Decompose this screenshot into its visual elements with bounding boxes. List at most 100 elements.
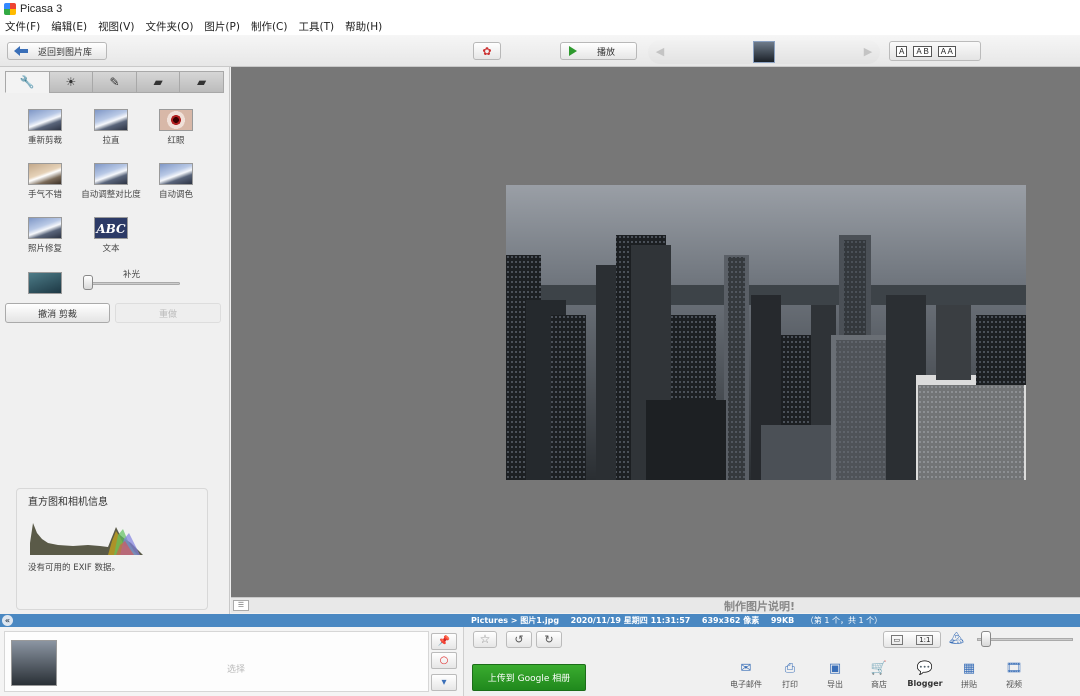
next-photo-icon[interactable]: ▶ [862,46,874,58]
caption-input[interactable]: 制作图片说明! [724,598,795,614]
collapse-tray-icon[interactable]: « [2,615,13,626]
histogram-panel: 直方图和相机信息 没有可用的 EXIF 数据。 [16,488,208,610]
action-area: ☆ ↺ ↻ 上传到 Google 相册 ▭ 1:1 🏔 ✉ 电子邮件 ⎙ 打印 … [465,627,1080,696]
rotate-left-icon[interactable]: ↺ [506,631,532,648]
collage-label: 拼贴 [961,680,977,689]
export-action[interactable]: ▣ 导出 [815,661,855,690]
top-toolbar: 返回到图片库 ✿ 播放 ◀ ▶ A A B A A [0,35,1080,67]
star-icon[interactable]: ☆ [473,631,497,648]
slideshow-play-button[interactable]: 播放 [560,42,637,60]
export-label: 导出 [827,680,843,689]
straighten-tool[interactable]: 拉直 [76,109,146,146]
blogger-label: Blogger [907,679,943,688]
shop-label: 商店 [871,680,887,689]
edited-photo[interactable] [506,185,1026,480]
blogger-action[interactable]: 💬 Blogger [905,661,945,688]
collage-action[interactable]: ▦ 拼贴 [949,661,989,690]
back-to-library-button[interactable]: 返回到图片库 [7,42,107,60]
actual-size-button[interactable]: 1:1 [916,634,934,645]
shop-action[interactable]: 🛒 商店 [859,661,899,690]
pin-icon[interactable]: 📌 [431,633,457,650]
window-title: Picasa 3 [20,3,63,15]
redo-button[interactable]: 重做 [115,303,221,323]
fill-light-control: 补光 [28,270,198,295]
effects-icon: ▰ [153,75,163,89]
photo-info: Pictures > 图片1.jpg 2020/11/19 星期四 11:31:… [471,614,891,627]
export-icon: ▣ [828,661,842,676]
lucky-icon [28,163,62,185]
effects-button[interactable]: ✿ [473,42,501,60]
menu-bar: 文件(F) 编辑(E) 视图(V) 文件夹(O) 图片(P) 制作(C) 工具(… [0,18,1080,35]
picasa-logo-icon [4,3,16,15]
text-icon: ABC [94,217,128,239]
view-side-button[interactable]: A A [937,45,956,57]
back-to-library-label: 返回到图片库 [38,47,93,58]
menu-create[interactable]: 制作(C) [251,19,288,34]
tab-effects[interactable]: ✎ [92,71,136,93]
caption-bar: ☰ 制作图片说明! [231,597,1080,613]
play-icon [569,46,577,56]
video-label: 视频 [1006,680,1022,689]
menu-view[interactable]: 视图(V) [98,19,134,34]
email-action[interactable]: ✉ 电子邮件 [726,661,766,690]
retouch-tool[interactable]: 照片修复 [10,217,80,254]
crop-label: 重新剪裁 [27,136,62,146]
menu-tools[interactable]: 工具(T) [298,19,334,34]
color-icon [159,163,193,185]
view-mode-group: A A B A A [889,41,981,61]
photo-count: （第 1 个，共 1 个） [805,616,883,625]
caption-toggle-icon[interactable]: ☰ [233,600,249,611]
photo-tray: 选择 📌 ○ ▾ [0,627,464,696]
tray-photo-thumbnail[interactable] [11,640,57,686]
upload-google-photos-button[interactable]: 上传到 Google 相册 [472,664,586,691]
fill-light-slider-handle[interactable] [83,275,93,290]
collage-icon: ▦ [962,661,976,676]
add-to-album-icon[interactable]: ▾ [431,674,457,691]
back-arrow-icon [14,46,28,56]
view-compare-button[interactable]: A B [913,45,932,57]
rotate-right-icon[interactable]: ↻ [536,631,562,648]
edit-panel: 🔧 ☀ ✎ ▰ ▰ 重新剪裁 拉直 红眼 手气不错 自动调整对比度 自动调色 照… [0,67,230,614]
view-single-button[interactable]: A [896,45,908,57]
print-action[interactable]: ⎙ 打印 [770,661,810,690]
crop-tool[interactable]: 重新剪裁 [10,109,80,146]
title-bar: Picasa 3 [0,0,1080,18]
auto-contrast-tool[interactable]: 自动调整对比度 [76,163,146,200]
fill-light-icon [28,272,62,294]
redeye-icon [159,109,193,131]
clear-tray-icon[interactable]: ○ [431,652,457,669]
menu-help[interactable]: 帮助(H) [345,19,382,34]
menu-folder[interactable]: 文件夹(O) [145,19,193,34]
sun-icon: ☀ [65,75,77,89]
lucky-tool[interactable]: 手气不错 [10,163,80,200]
redeye-label: 红眼 [167,136,185,146]
auto-color-tool[interactable]: 自动调色 [141,163,211,200]
fit-to-window-button[interactable]: ▭ [890,634,904,645]
zoom-slider-track[interactable] [977,638,1073,641]
shop-icon: 🛒 [870,661,888,676]
email-icon: ✉ [740,661,752,676]
tab-effects-2[interactable]: ▰ [135,71,180,93]
fill-light-slider-track[interactable] [83,282,180,285]
current-photo-thumbnail[interactable] [753,41,775,63]
tab-basic-fixes[interactable]: 🔧 [5,71,49,93]
text-tool[interactable]: ABC 文本 [76,217,146,254]
previous-photo-icon[interactable]: ◀ [654,46,666,58]
video-icon: 🎞 [1005,661,1023,676]
menu-picture[interactable]: 图片(P) [204,19,240,34]
histogram-chart [30,523,143,555]
effects2-icon: ▰ [197,75,207,89]
retouch-icon [28,217,62,239]
tab-tuning[interactable]: ☀ [48,71,93,93]
tab-effects-3[interactable]: ▰ [179,71,224,93]
zoom-slider-handle[interactable] [981,631,992,647]
wrench-icon: 🔧 [19,75,35,89]
undo-crop-button[interactable]: 撤消 剪裁 [5,303,110,323]
photo-path: Pictures > 图片1.jpg [471,616,560,625]
video-action[interactable]: 🎞 视频 [994,661,1034,690]
play-label: 播放 [597,47,616,58]
redeye-tool[interactable]: 红眼 [141,109,211,146]
menu-file[interactable]: 文件(F) [5,19,40,34]
menu-edit[interactable]: 编辑(E) [51,19,87,34]
edit-tabs: 🔧 ☀ ✎ ▰ ▰ [5,71,224,93]
